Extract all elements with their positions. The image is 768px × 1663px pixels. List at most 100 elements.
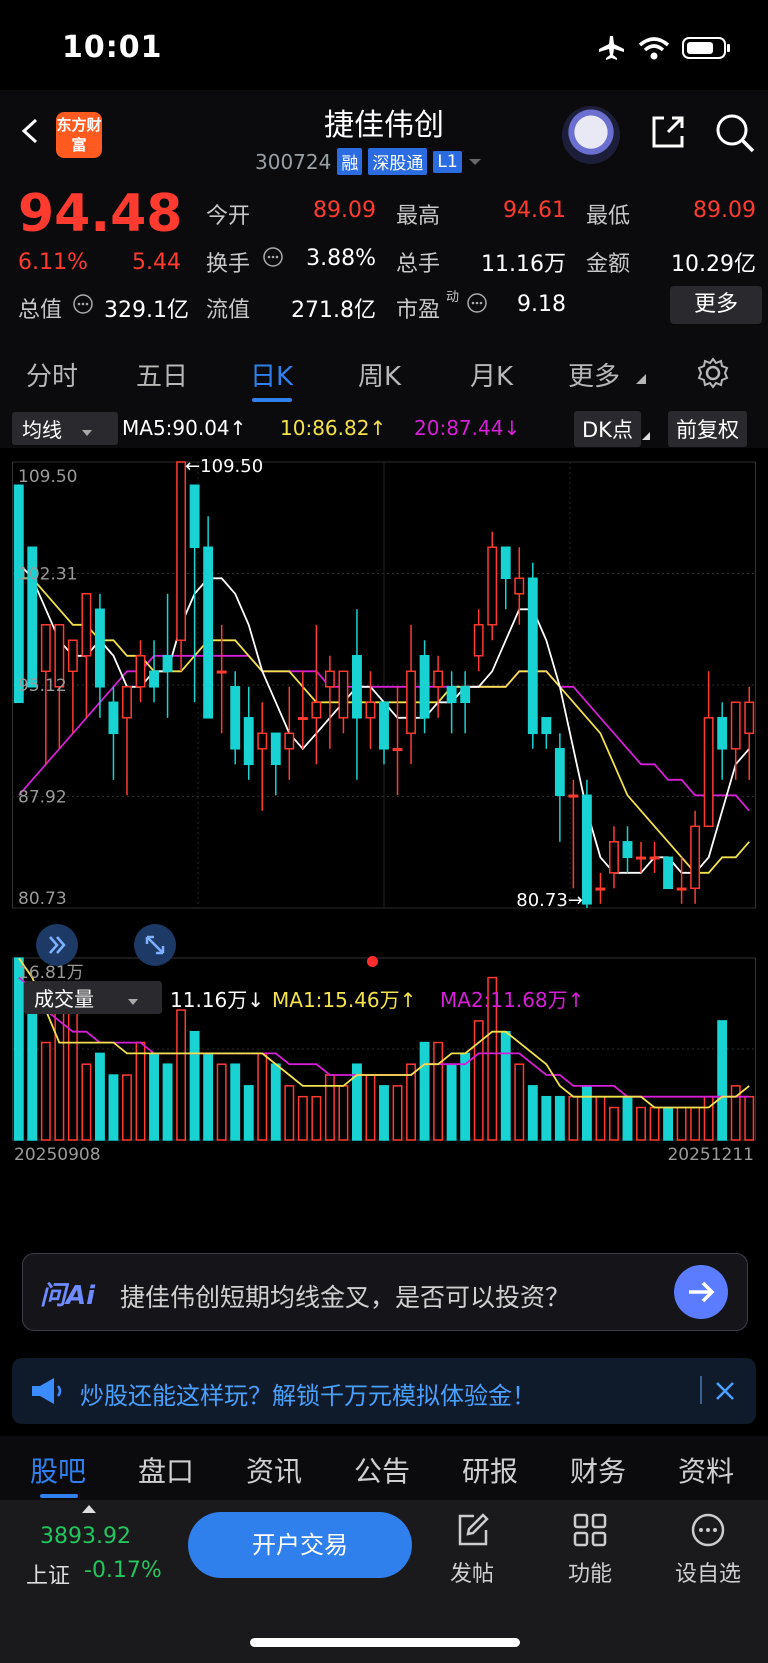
expand-left-button[interactable] [36, 924, 78, 966]
volume-bar [297, 1095, 308, 1141]
settings-gear-icon[interactable] [696, 356, 730, 390]
candle-body [67, 639, 78, 673]
candle-body [568, 794, 579, 798]
open-account-button[interactable]: 开户交易 [188, 1512, 412, 1578]
volume-bar [554, 1095, 565, 1141]
tab-daily-k[interactable]: 日K [250, 356, 293, 393]
candle-body [352, 655, 362, 719]
info-dots-icon[interactable] [72, 293, 94, 315]
tab-intraday[interactable]: 分时 [26, 356, 78, 393]
pe-superscript: 动 [446, 290, 460, 305]
quote-value: 94.61 [503, 198, 566, 223]
features-button[interactable]: 功能 [550, 1512, 630, 1592]
volume-bar [94, 1052, 105, 1141]
volume-bar [40, 1041, 51, 1141]
quote-value: 89.09 [313, 198, 376, 223]
volume-bar [744, 1095, 755, 1141]
candle-body [162, 655, 173, 673]
fullscreen-button[interactable] [134, 924, 176, 966]
arrow-right-icon [689, 1281, 715, 1303]
search-icon[interactable] [714, 112, 756, 154]
candle-body [257, 732, 268, 750]
candle-body [135, 655, 146, 688]
tab-five-day[interactable]: 五日 [136, 356, 188, 393]
quote-label: 最低 [586, 204, 631, 229]
post-button[interactable]: 发帖 [432, 1512, 512, 1592]
adjust-button[interactable]: 前复权 [668, 411, 747, 447]
expand-arrows-icon [145, 935, 165, 955]
candle-body [703, 717, 714, 828]
ma5-value: MA5:90.04↑ [122, 416, 247, 440]
volume-bar [311, 1095, 322, 1141]
tab-profile[interactable]: 资料 [678, 1450, 734, 1490]
index-value[interactable]: 3893.92 [40, 1524, 131, 1549]
volume-bar [581, 1085, 592, 1141]
candle-body [663, 856, 674, 890]
volume-bar [108, 1074, 119, 1141]
tab-research[interactable]: 研报 [462, 1450, 518, 1490]
volume-bar [446, 1063, 457, 1141]
candle-body [473, 624, 484, 657]
volume-bar [324, 1074, 335, 1141]
ai-prompt: 捷佳伟创短期均线金叉，是否可以投资？ [120, 1283, 571, 1312]
candle-body [433, 670, 444, 688]
add-watchlist-button[interactable]: 设自选 [668, 1512, 748, 1592]
home-indicator [250, 1638, 520, 1647]
volume-bar [257, 1052, 268, 1141]
volume-bar [392, 1085, 403, 1141]
tab-guba[interactable]: 股吧 [30, 1450, 86, 1490]
tab-news[interactable]: 资讯 [246, 1450, 302, 1490]
tab-weekly-k[interactable]: 周K [358, 356, 401, 393]
tab-announcements[interactable]: 公告 [354, 1450, 410, 1490]
tab-more[interactable]: 更多 [568, 356, 620, 393]
double-chevron-right-icon [49, 936, 66, 954]
volume-bar [149, 1052, 159, 1141]
price-tick-label: 95.12 [18, 676, 67, 696]
promo-divider [700, 1376, 702, 1404]
volume-bar [568, 1095, 579, 1141]
dk-point-button[interactable]: DK点 [574, 411, 641, 447]
indicator-selector[interactable]: 均线 [12, 412, 118, 445]
index-name: 上证 [26, 1564, 71, 1589]
kline-chart[interactable]: 109.50 102.31 95.12 87.92 80.73 ←109.50 80.73→… [12, 448, 756, 1233]
low-annotation: 80.73→ [516, 890, 583, 911]
candle-body [122, 686, 132, 719]
volume-bar [636, 1106, 646, 1141]
close-icon[interactable] [714, 1380, 736, 1402]
candle-body [379, 701, 389, 750]
candle-body [541, 717, 552, 735]
candle-body [595, 887, 606, 891]
more-quote-button[interactable]: 更多 [670, 286, 762, 324]
volume-bar [122, 1074, 132, 1141]
stock-code-row[interactable]: 300724 融 深股通 L1 [255, 148, 482, 175]
volume-bar [230, 1063, 241, 1141]
price-tick-label: 102.31 [18, 565, 77, 585]
volume-bar [379, 1085, 389, 1141]
quote-value: 11.16万 [481, 252, 566, 277]
volume-bar [514, 1063, 525, 1141]
wifi-icon [638, 37, 670, 60]
candle-body [622, 841, 633, 859]
volume-bar [500, 1030, 511, 1141]
candle-body [230, 686, 241, 750]
candle-body [500, 546, 511, 580]
tab-monthly-k[interactable]: 月K [470, 356, 513, 393]
quote-label: 今开 [206, 204, 251, 229]
volume-bar [690, 1106, 701, 1141]
caret-down-icon [128, 999, 139, 1005]
robot-avatar-icon[interactable] [562, 106, 620, 164]
corner-triangle-icon [642, 432, 650, 440]
volume-bar [216, 1063, 227, 1141]
ai-send-button[interactable] [674, 1265, 728, 1319]
tab-pankou[interactable]: 盘口 [138, 1450, 194, 1490]
volume-bar [419, 1041, 430, 1141]
volume-bar [460, 1052, 471, 1141]
candle-body [189, 484, 200, 549]
candle-body [649, 856, 660, 860]
candle-body [108, 701, 119, 735]
volume-bar [595, 1095, 606, 1141]
share-icon[interactable] [648, 112, 688, 152]
volume-indicator-selector[interactable]: 成交量 [24, 981, 162, 1014]
tab-finance[interactable]: 财务 [570, 1450, 626, 1490]
candle-body [81, 593, 92, 657]
